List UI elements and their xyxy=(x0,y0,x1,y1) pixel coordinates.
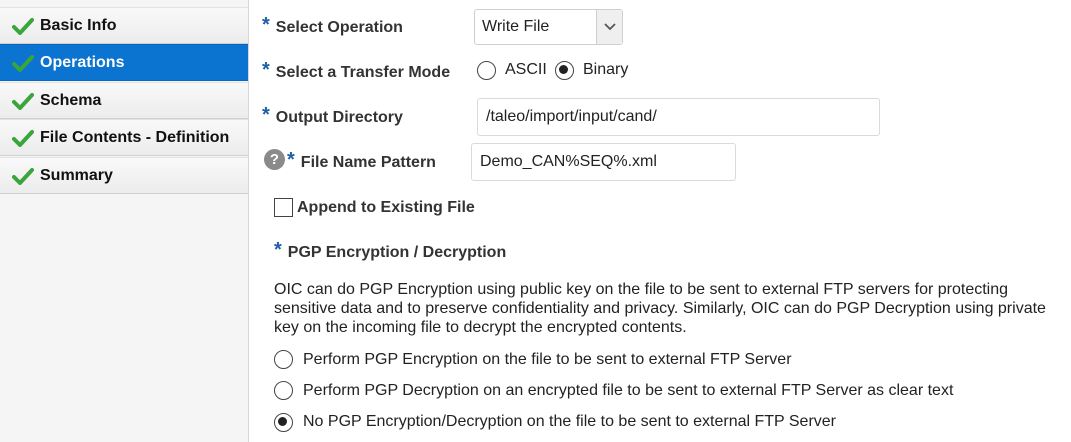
select-operation-dropdown[interactable]: Write File xyxy=(474,9,623,45)
sidebar-item-basic-info[interactable]: Basic Info xyxy=(0,7,248,44)
transfer-mode-label: * Select a Transfer Mode xyxy=(262,59,451,85)
pgp-description-line: OIC can do PGP Encryption using public k… xyxy=(274,281,1009,298)
chevron-down-icon[interactable] xyxy=(596,10,622,44)
transfer-mode-label-text: Select a Transfer Mode xyxy=(275,64,451,81)
wizard-sidebar: Basic Info Operations Schema File Conten… xyxy=(0,0,249,442)
check-icon xyxy=(12,54,34,72)
sidebar-item-label: Summary xyxy=(40,166,113,184)
append-label: Append to Existing File xyxy=(297,199,475,216)
required-marker: * xyxy=(274,239,282,261)
ascii-radio-label: ASCII xyxy=(505,61,547,78)
check-icon xyxy=(12,167,34,185)
pgp-description-line: key on the incoming file to decrypt the … xyxy=(274,319,687,336)
ascii-radio[interactable] xyxy=(477,61,496,80)
binary-radio-label: Binary xyxy=(583,61,629,78)
help-icon[interactable]: ? xyxy=(264,149,285,170)
pgp-description-line: sensitive data and to preserve confident… xyxy=(274,300,1046,317)
pgp-none-radio[interactable] xyxy=(274,413,293,432)
pgp-encrypt-radio[interactable] xyxy=(274,350,293,369)
pgp-label: * PGP Encryption / Decryption xyxy=(274,239,507,265)
binary-radio[interactable] xyxy=(555,61,574,80)
sidebar-item-label: Basic Info xyxy=(40,16,117,34)
file-name-pattern-label-text: File Name Pattern xyxy=(300,154,436,171)
output-directory-label: * Output Directory xyxy=(262,104,403,130)
sidebar-item-label: Schema xyxy=(40,91,102,109)
pgp-label-text: PGP Encryption / Decryption xyxy=(287,244,507,261)
required-marker: * xyxy=(262,59,270,81)
output-directory-input[interactable] xyxy=(477,98,880,136)
required-marker: * xyxy=(262,14,270,36)
required-marker: * xyxy=(262,104,270,126)
operations-form: * Select Operation Write File * Select a… xyxy=(249,0,1071,442)
check-icon xyxy=(12,129,34,147)
append-checkbox[interactable] xyxy=(274,198,293,217)
page: Basic Info Operations Schema File Conten… xyxy=(0,0,1071,442)
check-icon xyxy=(12,92,34,110)
sidebar-item-schema[interactable]: Schema xyxy=(0,82,248,119)
select-operation-value: Write File xyxy=(482,18,550,35)
sidebar-item-label: File Contents - Definition xyxy=(40,128,230,146)
pgp-decrypt-radio-label: Perform PGP Decryption on an encrypted f… xyxy=(303,382,954,399)
sidebar-item-file-contents-definition[interactable]: File Contents - Definition xyxy=(0,119,248,156)
required-marker: * xyxy=(287,149,295,171)
file-name-pattern-input[interactable] xyxy=(471,143,736,181)
output-directory-label-text: Output Directory xyxy=(275,109,403,126)
sidebar-item-operations[interactable]: Operations xyxy=(0,44,248,81)
pgp-encrypt-radio-label: Perform PGP Encryption on the file to be… xyxy=(303,351,792,368)
check-icon xyxy=(12,17,34,35)
pgp-none-radio-label: No PGP Encryption/Decryption on the file… xyxy=(303,413,837,430)
pgp-description: OIC can do PGP Encryption using public k… xyxy=(274,280,1071,337)
select-operation-label-text: Select Operation xyxy=(275,19,403,36)
file-name-pattern-label: * File Name Pattern xyxy=(287,149,436,175)
sidebar-item-label: Operations xyxy=(40,53,125,71)
pgp-decrypt-radio[interactable] xyxy=(274,381,293,400)
select-operation-label: * Select Operation xyxy=(262,14,403,40)
sidebar-item-summary[interactable]: Summary xyxy=(0,157,248,194)
